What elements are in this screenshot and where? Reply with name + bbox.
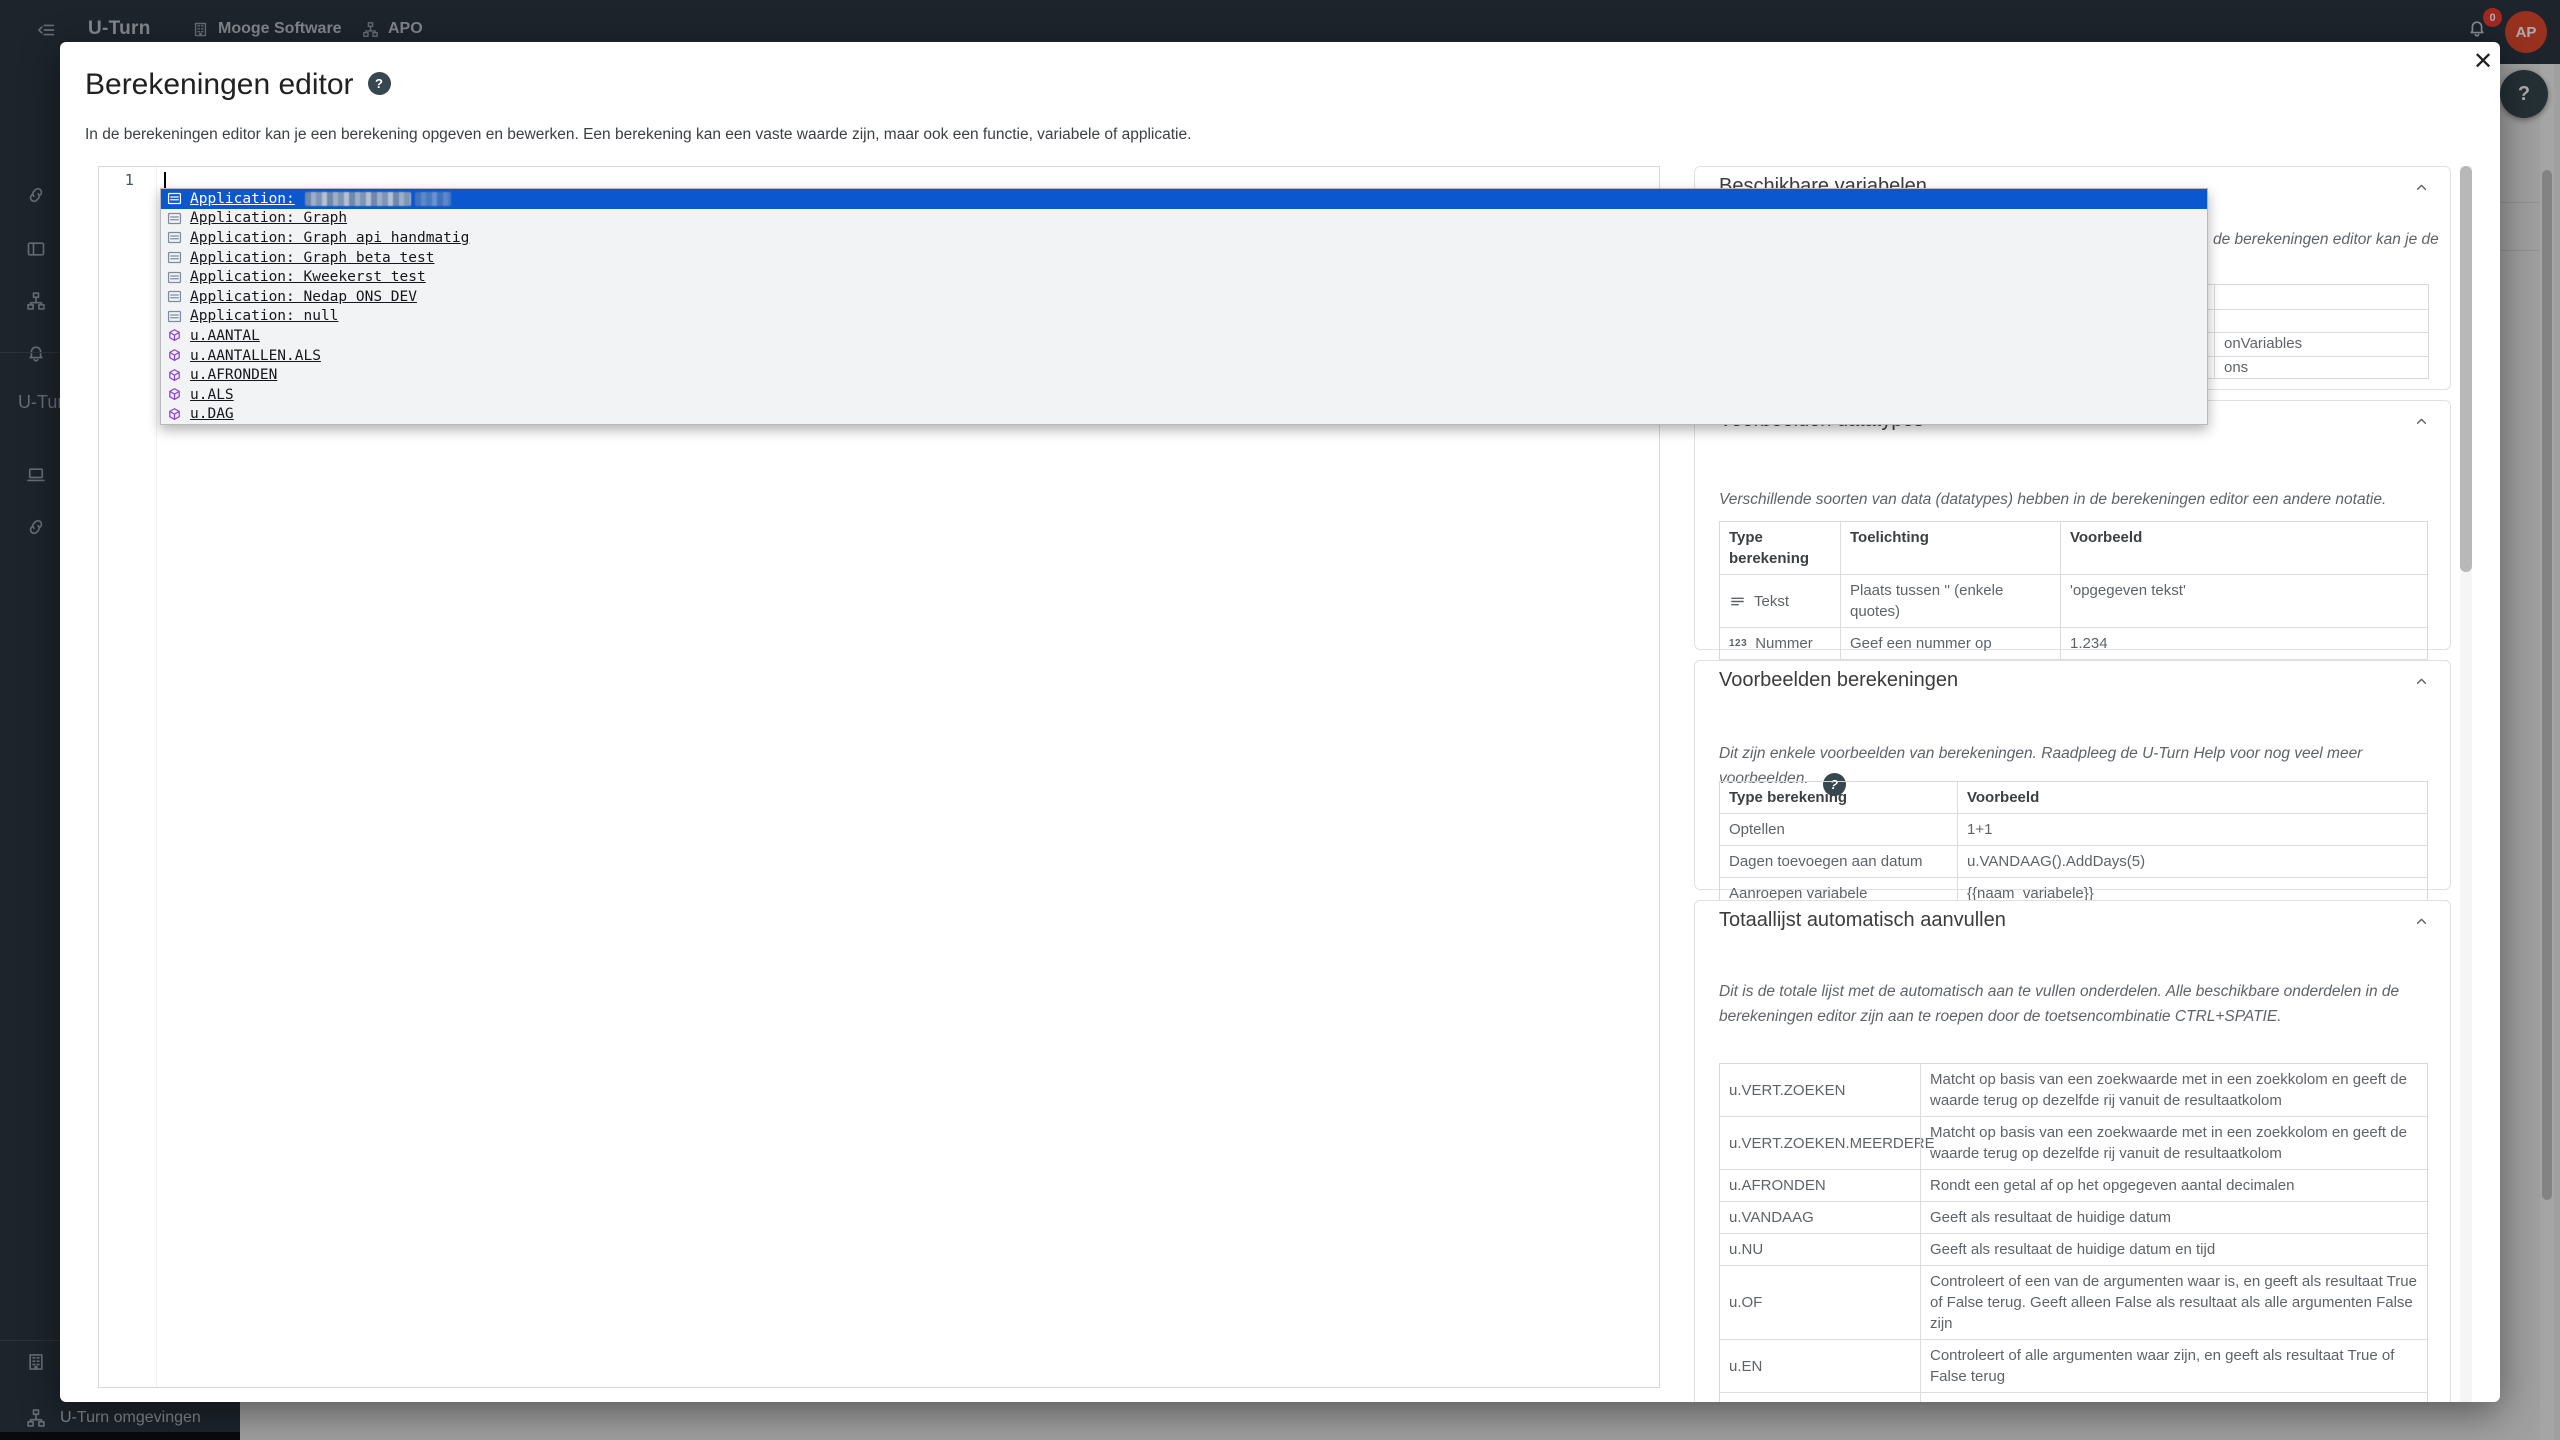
table-row: Tekst Plaats tussen '' (enkele quotes) '… [1720, 574, 2427, 627]
editor-gutter: 1 [99, 167, 157, 1387]
cube-icon [167, 387, 182, 402]
chevron-up-icon[interactable] [2413, 413, 2430, 435]
panel-description: Dit is de totale lijst met de automatisc… [1719, 979, 2419, 1029]
cube-icon [167, 328, 182, 343]
autocomplete-item[interactable]: u.AANTALLEN.ALS [161, 346, 2207, 366]
panel-voorbeelden-berekeningen: Voorbeelden berekeningen Dit zijn enkele… [1694, 660, 2451, 890]
autocomplete-item[interactable]: Application: Kweekerst test [161, 267, 2207, 287]
autocomplete-item[interactable]: u.AANTAL [161, 326, 2207, 346]
chevron-up-icon[interactable] [2413, 913, 2430, 935]
table-header-row: Type berekening Voorbeeld [1720, 782, 2427, 813]
text-icon [1729, 593, 1746, 610]
panel-description: Verschillende soorten van data (datatype… [1719, 487, 2386, 512]
redacted-text [415, 192, 451, 206]
autocomplete-item[interactable]: u.DAG [161, 405, 2207, 425]
modal-scrollbar-thumb[interactable] [2460, 166, 2472, 572]
table-row: u.VANDAAGGeeft als resultaat de huidige … [1720, 1201, 2427, 1233]
application-icon [167, 250, 182, 265]
autocomplete-item[interactable]: u.AFRONDEN [161, 365, 2207, 385]
panel-voorbeelden-datatypes: Voorbeelden datatypes Verschillende soor… [1694, 400, 2451, 650]
chevron-up-icon[interactable] [2413, 179, 2430, 201]
application-icon [167, 270, 182, 285]
application-icon [167, 309, 182, 324]
autocomplete-item[interactable]: Application: Graph api handmatig [161, 228, 2207, 248]
number-icon: 123 [1729, 633, 1747, 654]
autocomplete-dropdown: Application: Application: Graph Applicat… [160, 188, 2208, 425]
panel-title: Voorbeelden berekeningen [1719, 669, 1958, 692]
table-row: 123Nummer Geef een nummer op 1.234 [1720, 627, 2427, 659]
table-row: u.ENControleert of alle argumenten waar … [1720, 1339, 2427, 1392]
autocomplete-item[interactable]: Application: Graph beta test [161, 248, 2207, 268]
table-row: u.OFControleert of een van de argumenten… [1720, 1265, 2427, 1339]
application-icon [167, 230, 182, 245]
table-row: u.VERT.ZOEKEN.MEERDEREMatcht op basis va… [1720, 1116, 2427, 1169]
autocomplete-item[interactable]: Application: Nedap ONS DEV [161, 287, 2207, 307]
application-icon [167, 211, 182, 226]
totaallijst-table: u.VERT.ZOEKENMatcht op basis van een zoe… [1719, 1063, 2428, 1402]
redacted-text [305, 192, 411, 206]
cube-icon [167, 407, 182, 422]
title-help-icon[interactable]: ? [368, 72, 391, 95]
close-icon[interactable]: ✕ [2466, 44, 2500, 78]
cube-icon [167, 368, 182, 383]
autocomplete-item[interactable]: Application: Graph [161, 209, 2207, 229]
chevron-up-icon[interactable] [2413, 673, 2430, 695]
application-icon [167, 191, 182, 206]
table-row: u.VERT.ZOEKENMatcht op basis van een zoe… [1720, 1064, 2427, 1116]
table-row: Dagen toevoegen aan datum u.VANDAAG().Ad… [1720, 845, 2427, 877]
autocomplete-item[interactable]: u.ALS [161, 385, 2207, 405]
panel-description-fragment: de berekeningen editor kan je de [2213, 227, 2439, 252]
berekeningen-table: Type berekening Voorbeeld Optellen 1+1 D… [1719, 781, 2428, 910]
table-row: u.AFRONDENRondt een getal af op het opge… [1720, 1169, 2427, 1201]
table-row: Optellen 1+1 [1720, 813, 2427, 845]
screen: U-Turn Mooge Software APO 0 AP M A [0, 0, 2560, 1440]
table-row: u.NUGeeft als resultaat de huidige datum… [1720, 1233, 2427, 1265]
table-row: u.ISLEEGControleert of de waarde leeg is… [1720, 1392, 2427, 1402]
line-number: 1 [125, 171, 134, 189]
panel-title: Totaallijst automatisch aanvullen [1719, 909, 2006, 932]
panel-totaallijst: Totaallijst automatisch aanvullen Dit is… [1694, 900, 2451, 1402]
modal-intro-text: In de berekeningen editor kan je een ber… [85, 126, 1191, 144]
table-header-row: Type berekening Toelichting Voorbeeld [1720, 522, 2427, 574]
page-title: Berekeningen editor? [85, 68, 391, 102]
autocomplete-item[interactable]: Application: [161, 189, 2207, 209]
cube-icon [167, 348, 182, 363]
autocomplete-item[interactable]: Application: null [161, 307, 2207, 327]
application-icon [167, 289, 182, 304]
